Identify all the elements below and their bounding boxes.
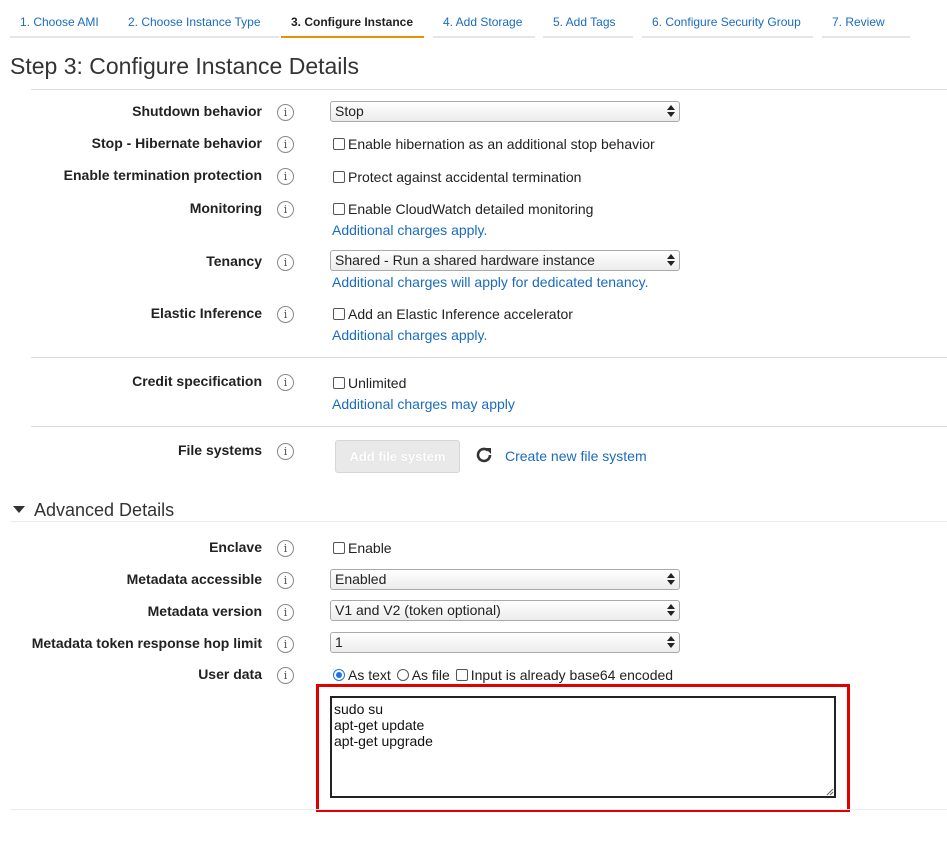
as-text-label: As text [348,667,391,683]
as-text-radio[interactable] [333,669,345,681]
refresh-icon[interactable] [474,445,494,465]
tenancy-select[interactable]: Shared - Run a shared hardware instance [330,250,680,271]
shutdown-behavior-select[interactable]: Stop [330,101,680,122]
termination-protection-label: Enable termination protection [63,167,262,183]
shutdown-behavior-label: Shutdown behavior [132,103,262,119]
caret-down-icon [13,506,25,513]
unlimited-checkbox-label: Unlimited [348,375,407,391]
termination-checkbox-row[interactable]: Protect against accidental termination [333,169,581,185]
advanced-details-toggle[interactable]: Advanced Details [13,500,174,521]
enclave-label: Enclave [209,539,262,555]
divider [31,89,947,90]
select-arrows-icon [667,253,675,267]
termination-checkbox-label: Protect against accidental termination [348,169,582,185]
hibernate-checkbox[interactable] [333,138,345,150]
info-icon[interactable]: i [277,443,294,460]
add-file-system-button[interactable]: Add file system [335,440,460,473]
user-data-label: User data [198,666,262,682]
elastic-charges-link[interactable]: Additional charges apply. [332,327,487,343]
elastic-checkbox-label: Add an Elastic Inference accelerator [348,306,573,322]
unlimited-checkbox-row[interactable]: Unlimited [333,375,406,391]
info-icon[interactable]: i [277,604,294,621]
user-data-options: As text As file Input is already base64 … [333,667,673,683]
monitoring-label: Monitoring [189,200,262,216]
base64-label: Input is already base64 encoded [470,667,674,683]
base64-checkbox[interactable] [455,669,468,681]
select-arrows-icon [667,104,675,118]
monitoring-checkbox[interactable] [333,203,345,215]
advanced-details-heading: Advanced Details [34,500,175,520]
elastic-inference-label: Elastic Inference [150,305,262,321]
monitoring-checkbox-row[interactable]: Enable CloudWatch detailed monitoring [333,201,593,217]
info-icon[interactable]: i [277,667,294,684]
file-systems-label: File systems [177,442,262,458]
tenancy-label: Tenancy [206,253,262,269]
hibernate-checkbox-label: Enable hibernation as an additional stop… [348,136,655,152]
enclave-checkbox-row[interactable]: Enable [333,540,392,556]
credit-specification-label: Credit specification [132,373,262,389]
info-icon[interactable]: i [277,374,294,391]
wizard-tabs: 1. Choose AMI 2. Choose Instance Type 3.… [10,0,930,40]
divider [10,521,947,522]
select-arrows-icon [667,572,675,586]
unlimited-checkbox[interactable] [333,377,345,389]
info-icon[interactable]: i [277,572,294,589]
elastic-checkbox[interactable] [333,308,345,320]
monitoring-checkbox-label: Enable CloudWatch detailed monitoring [348,201,594,217]
info-icon[interactable]: i [277,540,294,557]
create-file-system-link[interactable]: Create new file system [505,448,647,464]
info-icon[interactable]: i [277,306,294,323]
tenancy-charges-link[interactable]: Additional charges will apply for dedica… [332,274,648,290]
info-icon[interactable]: i [277,168,294,185]
tab-choose-instance-type[interactable]: 2. Choose Instance Type [118,8,279,38]
metadata-accessible-select[interactable]: Enabled [330,569,680,590]
hop-limit-value: 1 [335,634,343,650]
divider [10,809,947,810]
hop-limit-select[interactable]: 1 [330,632,680,653]
info-icon[interactable]: i [277,636,294,653]
hibernate-checkbox-row[interactable]: Enable hibernation as an additional stop… [333,136,655,152]
info-icon[interactable]: i [277,104,294,121]
divider [31,426,947,427]
metadata-accessible-value: Enabled [335,571,387,587]
page-title: Step 3: Configure Instance Details [10,53,360,79]
select-arrows-icon [667,603,675,617]
tab-choose-ami[interactable]: 1. Choose AMI [10,8,118,38]
tab-configure-instance[interactable]: 3. Configure Instance [281,8,424,38]
enclave-checkbox-label: Enable [348,540,392,556]
enclave-checkbox[interactable] [333,542,345,554]
shutdown-behavior-value: Stop [335,103,364,119]
select-arrows-icon [667,635,675,649]
metadata-accessible-label: Metadata accessible [126,571,262,587]
user-data-textarea[interactable]: sudo su apt-get update apt-get upgrade [330,696,836,798]
info-icon[interactable]: i [277,201,294,218]
resize-grip-icon[interactable] [824,786,834,796]
hibernate-behavior-label: Stop - Hibernate behavior [91,135,262,151]
hop-limit-label: Metadata token response hop limit [31,635,262,651]
info-icon[interactable]: i [277,136,294,153]
elastic-checkbox-row[interactable]: Add an Elastic Inference accelerator [333,306,573,322]
metadata-version-select[interactable]: V1 and V2 (token optional) [330,600,680,621]
tenancy-value: Shared - Run a shared hardware instance [335,252,595,268]
tab-add-storage[interactable]: 4. Add Storage [433,8,535,38]
tab-review[interactable]: 7. Review [822,8,910,38]
divider [31,357,947,358]
as-file-radio[interactable] [396,669,409,681]
monitoring-charges-link[interactable]: Additional charges apply. [332,222,487,238]
as-file-label: As file [411,667,450,683]
termination-checkbox[interactable] [333,171,345,183]
info-icon[interactable]: i [277,254,294,271]
credit-charges-link[interactable]: Additional charges may apply [332,396,515,412]
metadata-version-value: V1 and V2 (token optional) [335,602,501,618]
metadata-version-label: Metadata version [147,603,262,619]
tab-configure-security-group[interactable]: 6. Configure Security Group [642,8,813,38]
tab-add-tags[interactable]: 5. Add Tags [543,8,633,38]
